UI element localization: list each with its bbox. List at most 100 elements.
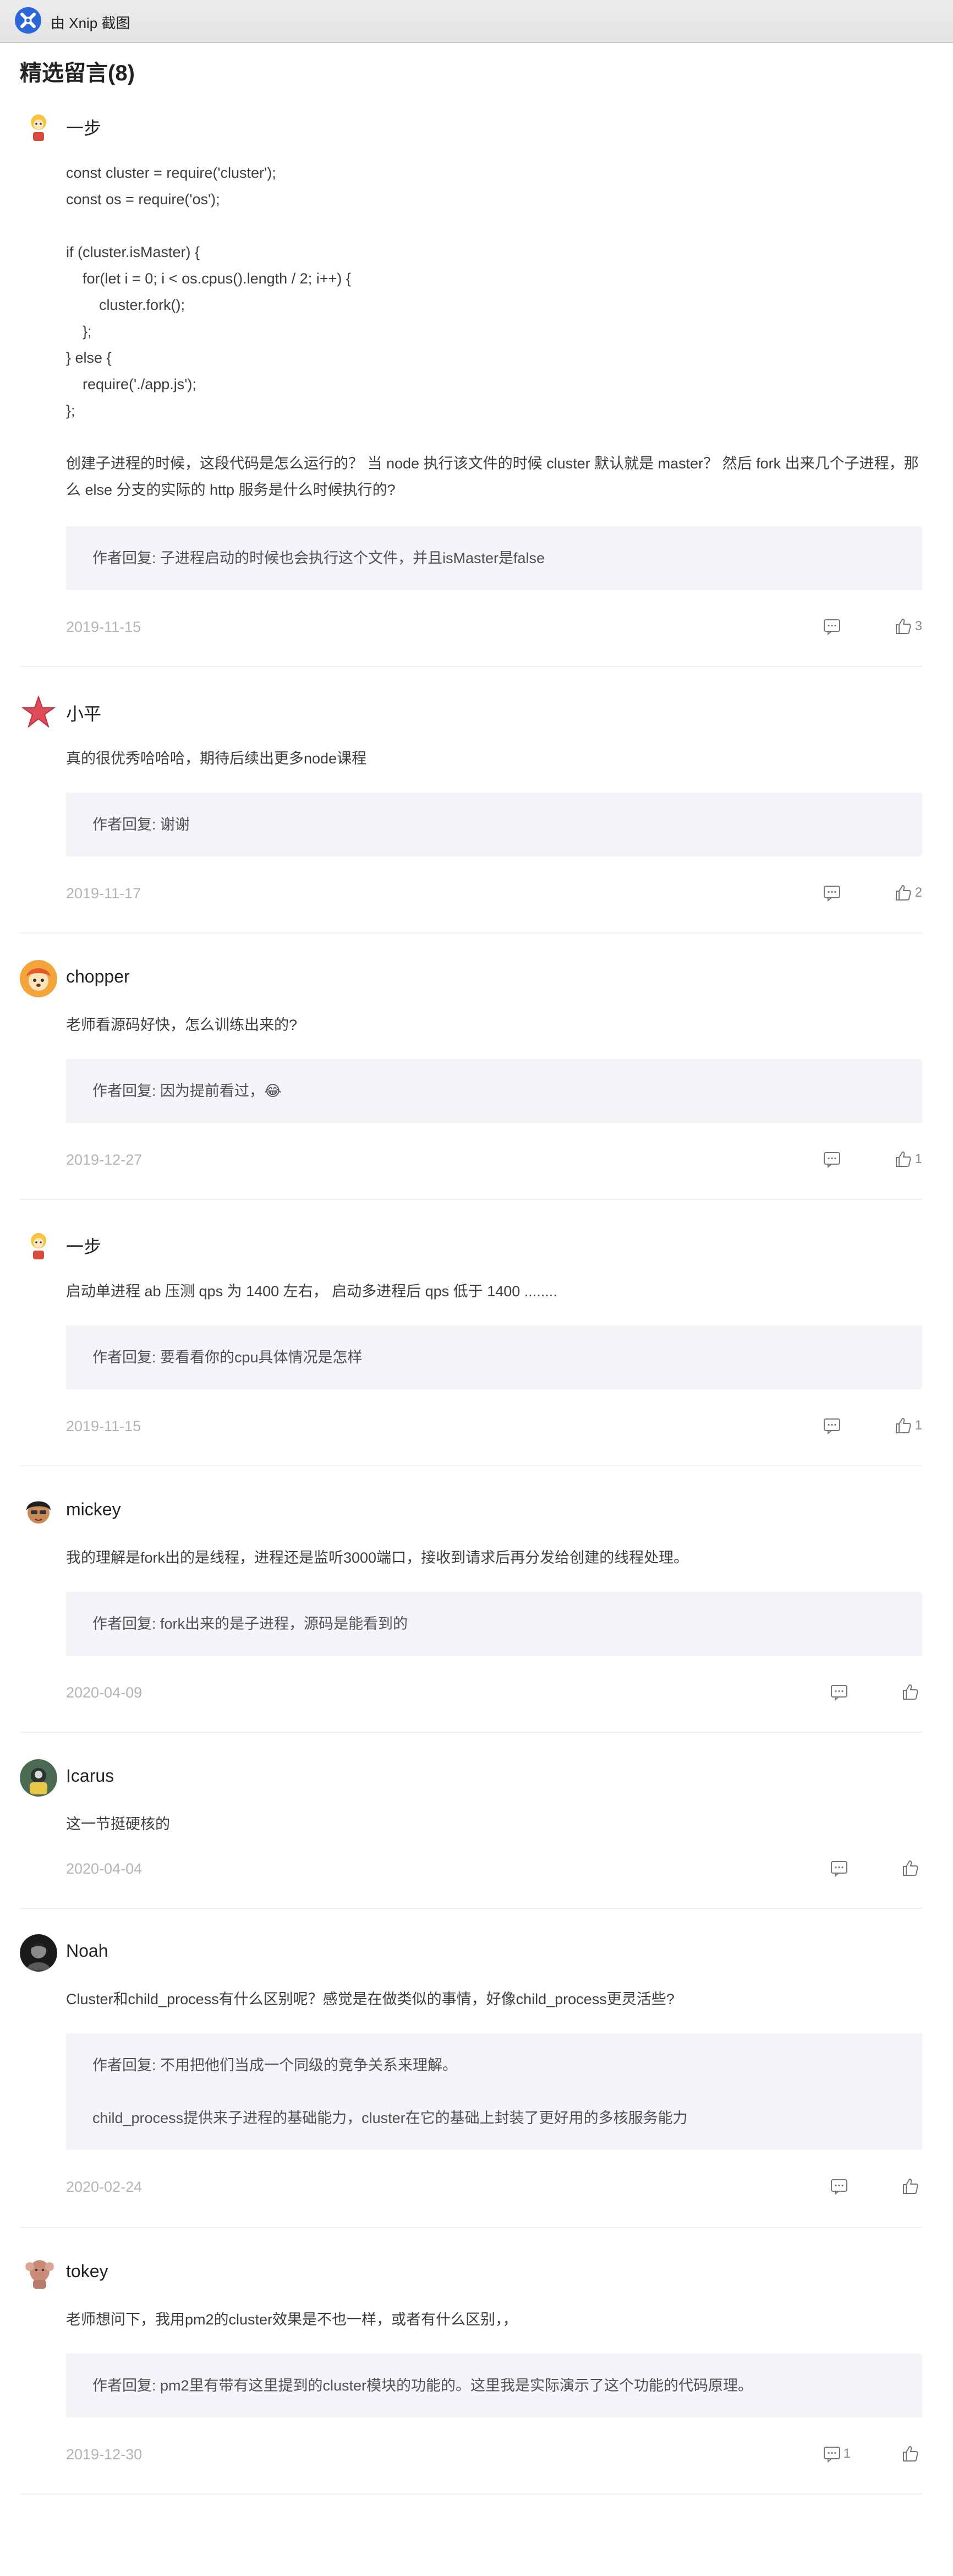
capture-title: 由 Xnip 截图 (51, 15, 130, 31)
comment-date: 2020-02-24 (66, 2179, 143, 2195)
comment-date: 2019-12-27 (66, 1151, 143, 1168)
comment-body: Cluster和child_process有什么区别呢？感觉是在做类似的事情，好… (66, 1991, 675, 2007)
comment-date: 2019-11-15 (66, 1418, 141, 1434)
reply-button[interactable] (823, 1416, 844, 1435)
like-button[interactable] (901, 1859, 922, 1878)
commenter-name: mickey (66, 1499, 121, 1519)
reply-text: 作者回复: 谢谢 (92, 816, 190, 833)
comment-icon (831, 2179, 847, 2196)
author-reply: 作者回复: 因为提前看过，😂 (66, 1059, 922, 1123)
thumbs-up-icon (903, 1684, 918, 1700)
reply-button[interactable] (823, 617, 844, 636)
code-line: }; (66, 402, 75, 419)
comment-actions: 1 (823, 1149, 922, 1169)
like-button[interactable] (901, 2177, 922, 2196)
comment-item: Noah Cluster和child_process有什么区别呢？感觉是在做类似… (20, 1934, 922, 2228)
comment-body: const cluster = require('cluster'); cons… (66, 160, 922, 503)
comment-icon (831, 1861, 847, 1878)
comment-body: 老师看源码好快，怎么训练出来的? (66, 1017, 298, 1033)
code-line: } else { (66, 350, 112, 366)
reply-text: child_process提供来子进程的基础能力，cluster在它的基础上封装… (92, 2110, 688, 2126)
code-line: const os = require('os'); (66, 191, 220, 208)
comment-actions: 1 (823, 2444, 922, 2464)
code-line: const cluster = require('cluster'); (66, 165, 276, 181)
comment-actions: 3 (823, 616, 922, 636)
comment-text: 创建子进程的时候，这段代码是怎么运行的？ 当 node 执行该文件的时候 clu… (66, 455, 919, 498)
comment-item: chopper 老师看源码好快，怎么训练出来的? 作者回复: 因为提前看过，😂 … (20, 960, 922, 1200)
reply-button[interactable] (830, 1683, 851, 1701)
comment-actions: 1 (823, 1416, 922, 1436)
commenter-name: tokey (66, 2261, 108, 2281)
section-title: 精选留言(8) (20, 61, 135, 85)
thumbs-up-icon (895, 885, 911, 900)
code-line: require('./app.js'); (66, 376, 196, 392)
commenter-name: Icarus (66, 1766, 114, 1786)
comment-actions (830, 1858, 922, 1878)
code-line: cluster.fork(); (66, 297, 185, 313)
like-button[interactable] (901, 2444, 922, 2463)
reply-button[interactable]: 1 (823, 2444, 851, 2463)
like-count: 1 (914, 1418, 922, 1433)
avatar (20, 1226, 57, 1264)
comment-icon (831, 1685, 847, 1701)
avatar (20, 108, 57, 145)
avatar (20, 1759, 57, 1797)
capture-toolbar: 由 Xnip 截图 (0, 0, 953, 43)
author-reply: 作者回复: 不用把他们当成一个同级的竞争关系来理解。 child_process… (66, 2033, 922, 2150)
comment-body: 这一节挺硬核的 (66, 1816, 170, 1832)
like-count: 2 (914, 885, 922, 900)
commenter-name: 小平 (66, 704, 102, 724)
reply-text: 作者回复: 因为提前看过，😂 (92, 1083, 282, 1099)
commenter-name: 一步 (66, 118, 102, 138)
comment-body: 启动单进程 ab 压测 qps 为 1400 左右， 启动多进程后 qps 低于… (66, 1283, 557, 1300)
avatar (20, 960, 57, 997)
comment-date: 2020-04-04 (66, 1860, 143, 1877)
avatar (20, 1934, 57, 1972)
like-count: 3 (914, 619, 922, 634)
author-reply: 作者回复: fork出来的是子进程，源码是能看到的 (66, 1592, 922, 1656)
comment-body: 真的很优秀哈哈哈，期待后续出更多node课程 (66, 750, 367, 767)
comment-date: 2020-04-09 (66, 1684, 143, 1701)
reply-text: 作者回复: 不用把他们当成一个同级的竞争关系来理解。 (92, 2057, 458, 2073)
author-reply: 作者回复: 谢谢 (66, 793, 922, 856)
comment-body: 老师想问下，我用pm2的cluster效果是不也一样，或者有什么区别，， (66, 2311, 518, 2328)
reply-button[interactable] (830, 2177, 851, 2196)
comment-actions: 2 (823, 883, 922, 903)
like-count: 1 (914, 1151, 922, 1166)
comment-actions (830, 1682, 922, 1702)
avatar (20, 2255, 57, 2292)
reply-button[interactable] (823, 883, 844, 902)
comment-date: 2019-11-17 (66, 885, 141, 902)
comment-icon (823, 2447, 840, 2463)
like-button[interactable] (901, 1683, 922, 1701)
author-reply: 作者回复: 要看看你的cpu具体情况是怎样 (66, 1325, 922, 1389)
commenter-name: Noah (66, 1941, 108, 1961)
thumbs-up-icon (903, 2446, 918, 2462)
code-line: for(let i = 0; i < os.cpus().length / 2;… (66, 270, 351, 287)
thumbs-up-icon (903, 2179, 918, 2194)
comment-item: 一步 const cluster = require('cluster'); c… (20, 108, 922, 667)
xnip-logo-icon (15, 7, 41, 34)
code-line: if (cluster.isMaster) { (66, 244, 200, 260)
comment-icon (823, 886, 840, 902)
like-button[interactable]: 1 (894, 1150, 922, 1169)
comment-icon (823, 619, 840, 636)
like-button[interactable]: 1 (894, 1416, 922, 1435)
comment-count: 1 (843, 2446, 851, 2461)
comment-item: 小平 真的很优秀哈哈哈，期待后续出更多node课程 作者回复: 谢谢 2019-… (20, 694, 922, 934)
avatar (20, 694, 57, 731)
reply-text: 作者回复: fork出来的是子进程，源码是能看到的 (92, 1616, 408, 1632)
thumbs-up-icon (895, 1418, 911, 1433)
like-button[interactable]: 2 (894, 883, 922, 902)
comment-body: 我的理解是fork出的是线程，进程还是监听3000端口，接收到请求后再分发给创建… (66, 1549, 689, 1566)
reply-text: 作者回复: 子进程启动的时候也会执行这个文件，并且isMaster是false (92, 550, 545, 566)
like-button[interactable]: 3 (894, 617, 922, 636)
code-line: }; (66, 323, 92, 340)
reply-button[interactable] (830, 1859, 851, 1878)
comment-icon (823, 1152, 840, 1169)
avatar (20, 1493, 57, 1530)
comment-actions (830, 2176, 922, 2196)
comment-date: 2019-11-15 (66, 619, 141, 635)
reply-button[interactable] (823, 1150, 844, 1169)
